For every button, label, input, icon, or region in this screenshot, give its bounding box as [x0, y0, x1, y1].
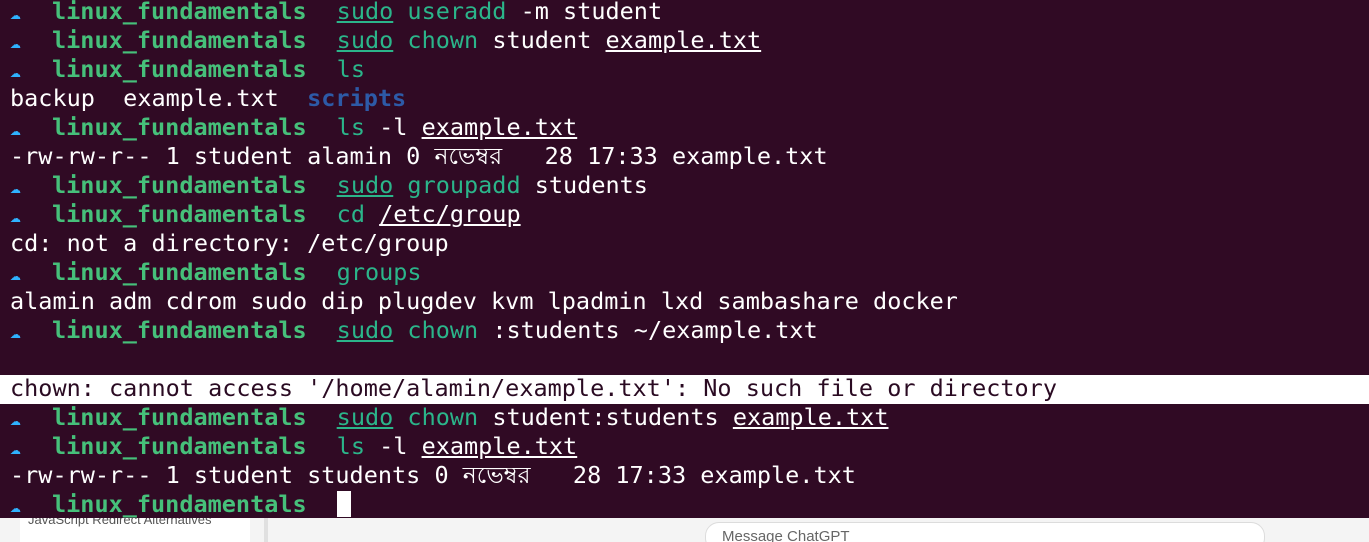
output-line: cd: not a directory: /etc/group — [10, 229, 449, 257]
prompt-directory: linux_fundamentals — [52, 55, 307, 83]
prompt-directory: linux_fundamentals — [52, 432, 307, 460]
command-name: chown — [407, 403, 479, 431]
ls-files: backup example.txt — [10, 84, 308, 112]
command-name: chown — [407, 26, 479, 54]
command-args: students — [520, 171, 648, 199]
output-line: -rw-rw-r-- 1 student students 0 নভেম্বর … — [10, 461, 856, 489]
prompt-directory: linux_fundamentals — [52, 171, 307, 199]
command-args: student — [478, 26, 606, 54]
sudo-keyword: sudo — [336, 171, 394, 199]
prompt-directory: linux_fundamentals — [52, 490, 307, 518]
command-line: ☁ linux_fundamentals sudo useradd -m stude… — [10, 0, 662, 26]
prompt-directory: linux_fundamentals — [52, 26, 307, 54]
command-line: ☁ linux_fundamentals groups — [10, 258, 422, 287]
command-line: ☁ linux_fundamentals ls -l example.txt — [10, 113, 577, 142]
command-name: ls — [336, 55, 365, 83]
cloud-icon: ☁ — [10, 177, 21, 198]
command-line: ☁ linux_fundamentals ls -l example.txt — [10, 432, 577, 461]
cloud-icon: ☁ — [10, 264, 21, 285]
cloud-icon: ☁ — [10, 322, 21, 343]
command-line: ☁ linux_fundamentals sudo chown student ex… — [10, 26, 761, 55]
command-name: ls — [336, 432, 365, 460]
command-args: -l — [364, 432, 422, 460]
prompt-directory: linux_fundamentals — [52, 258, 307, 286]
command-path-arg[interactable]: example.txt — [422, 432, 578, 460]
sudo-keyword: sudo — [336, 0, 394, 25]
command-args: -l — [364, 113, 422, 141]
command-line: ☁ linux_fundamentals cd /etc/group — [10, 200, 521, 229]
command-path-arg[interactable]: example.txt — [606, 26, 762, 54]
cloud-icon: ☁ — [10, 438, 21, 459]
command-name: groupadd — [407, 171, 521, 199]
cloud-icon: ☁ — [10, 3, 21, 24]
command-args — [365, 200, 379, 228]
prompt-directory: linux_fundamentals — [52, 403, 307, 431]
command-name: cd — [336, 200, 365, 228]
active-prompt-line: ☁ linux_fundamentals — [10, 490, 351, 518]
sudo-keyword: sudo — [336, 316, 394, 344]
ls-folder-scripts: scripts — [307, 84, 407, 112]
error-output-line: chown: cannot access '/home/alamin/examp… — [10, 374, 1057, 402]
output-line: alamin adm cdrom sudo dip plugdev kvm lp… — [10, 287, 958, 315]
cloud-icon: ☁ — [10, 119, 21, 140]
sudo-keyword: sudo — [336, 403, 394, 431]
command-path-arg[interactable]: example.txt — [422, 113, 578, 141]
prompt-directory: linux_fundamentals — [52, 0, 307, 25]
command-line: ☁ linux_fundamentals sudo groupadd student… — [10, 171, 648, 200]
command-name: chown — [407, 316, 479, 344]
command-name: groups — [336, 258, 422, 286]
background-browser-window: JavaScript Redirect Alternatives Message… — [0, 518, 1369, 542]
chat-message-input[interactable]: Message ChatGPT — [705, 522, 1265, 542]
command-name: ls — [336, 113, 365, 141]
command-args: student:students — [478, 403, 733, 431]
ls-output-line: backup example.txt scripts — [10, 84, 406, 113]
command-line: ☁ linux_fundamentals sudo chown :students … — [10, 316, 818, 345]
terminal-window[interactable]: ☁ linux_fundamentals sudo useradd -m stude… — [0, 0, 1369, 518]
background-tab[interactable]: JavaScript Redirect Alternatives — [20, 518, 250, 542]
prompt-directory: linux_fundamentals — [52, 200, 307, 228]
command-args: -m student — [506, 0, 663, 25]
command-line: ☁ linux_fundamentals ls — [10, 55, 365, 84]
selected-output-line[interactable]: chown: cannot access '/home/alamin/examp… — [0, 374, 1369, 404]
cloud-icon: ☁ — [10, 496, 21, 517]
cloud-icon: ☁ — [10, 61, 21, 82]
command-args: :students ~/example.txt — [478, 316, 818, 344]
terminal-cursor[interactable] — [336, 491, 351, 517]
prompt-directory: linux_fundamentals — [52, 113, 307, 141]
command-name: useradd — [407, 0, 507, 25]
command-path-arg[interactable]: /etc/group — [379, 200, 520, 228]
cloud-icon: ☁ — [10, 32, 21, 53]
cloud-icon: ☁ — [10, 206, 21, 227]
command-path-arg[interactable]: example.txt — [733, 403, 889, 431]
output-line: -rw-rw-r-- 1 student alamin 0 নভেম্বর 28… — [10, 142, 828, 170]
command-line: ☁ linux_fundamentals sudo chown student:st… — [10, 403, 888, 432]
divider — [264, 518, 268, 542]
prompt-directory: linux_fundamentals — [52, 316, 307, 344]
cloud-icon: ☁ — [10, 409, 21, 430]
sudo-keyword: sudo — [336, 26, 394, 54]
